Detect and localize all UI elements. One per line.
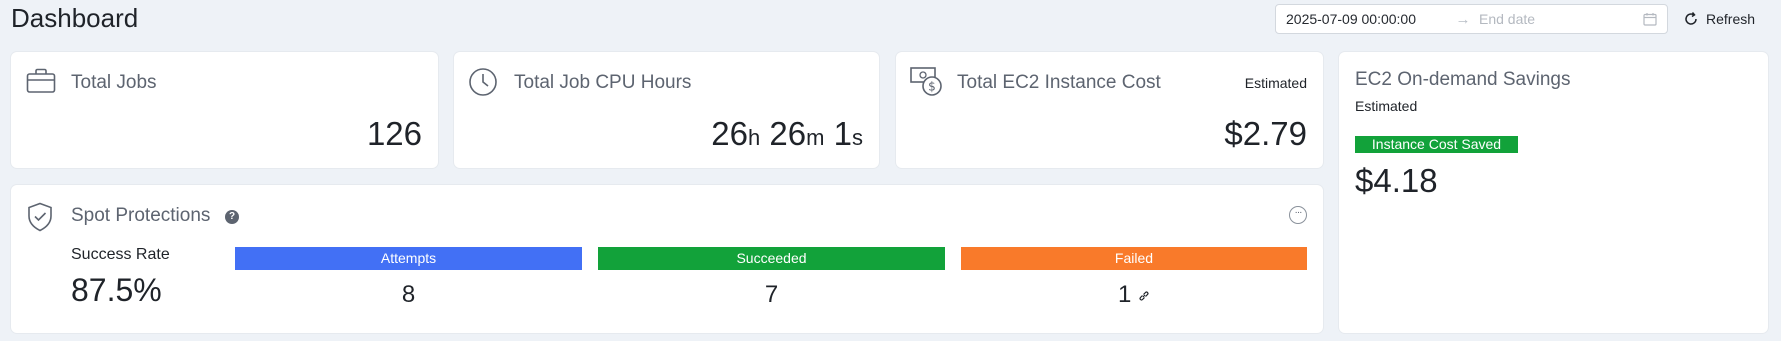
money-icon: $ <box>910 67 942 96</box>
hours-value: 26 <box>711 115 748 152</box>
refresh-label: Refresh <box>1706 11 1756 27</box>
shield-check-icon <box>28 202 52 232</box>
failed-label: Failed <box>961 247 1307 270</box>
estimated-badge: Estimated <box>1244 75 1307 91</box>
start-date-input[interactable]: 2025-07-09 00:00:00 <box>1286 11 1451 27</box>
more-icon[interactable]: ··· <box>1289 206 1307 224</box>
card-title: EC2 On-demand Savings <box>1355 69 1571 90</box>
ec2-savings-card: EC2 On-demand Savings Estimated Instance… <box>1339 52 1768 333</box>
calendar-icon[interactable] <box>1643 12 1657 26</box>
arrow-right-icon: → <box>1455 10 1471 28</box>
success-rate-value: 87.5% <box>71 272 162 308</box>
savings-value: $4.18 <box>1355 162 1438 199</box>
refresh-icon <box>1685 12 1697 25</box>
refresh-button[interactable]: Refresh <box>1683 9 1755 29</box>
instance-cost-saved-tag: Instance Cost Saved <box>1355 136 1518 153</box>
failed-value[interactable]: 1 <box>1118 281 1131 308</box>
card-title: Total Jobs <box>71 72 157 93</box>
success-rate-label: Success Rate <box>71 246 170 263</box>
ec2-cost-value: $2.79 <box>1224 115 1307 152</box>
failed-value-cell[interactable]: 1 <box>961 281 1307 309</box>
card-title: Total Job CPU Hours <box>514 72 692 93</box>
cpu-hours-value: 26h 26m 1s <box>711 115 863 153</box>
hours-unit: h <box>748 125 761 150</box>
succeeded-label: Succeeded <box>598 247 945 270</box>
minutes-value: 26 <box>769 115 807 152</box>
total-jobs-value: 126 <box>366 115 422 152</box>
cpu-hours-card: Total Job CPU Hours 26h 26m 1s <box>454 52 879 168</box>
svg-text:$: $ <box>928 80 936 94</box>
attempts-value: 8 <box>401 281 416 308</box>
ec2-cost-card: $ Total EC2 Instance Cost Estimated $2.7… <box>896 52 1323 168</box>
seconds-unit: s <box>852 125 863 150</box>
clock-icon <box>469 68 497 96</box>
briefcase-icon <box>26 68 56 93</box>
end-date-input[interactable]: End date <box>1479 11 1643 27</box>
estimated-label: Estimated <box>1355 98 1418 114</box>
spot-protections-title: Spot Protections <box>71 205 211 226</box>
attempts-label: Attempts <box>235 247 582 270</box>
page-title: Dashboard <box>11 3 139 33</box>
date-range-picker[interactable]: 2025-07-09 00:00:00 → End date <box>1275 4 1668 34</box>
link-icon[interactable] <box>1138 290 1150 302</box>
succeeded-value: 7 <box>764 281 779 308</box>
card-title: Total EC2 Instance Cost <box>957 72 1161 93</box>
seconds-value: 1 <box>833 115 852 152</box>
spot-protections-card: Spot Protections ? ··· Success Rate 87.5… <box>11 185 1323 333</box>
minutes-unit: m <box>806 125 825 150</box>
help-icon[interactable]: ? <box>225 210 239 224</box>
total-jobs-card: Total Jobs 126 <box>11 52 438 168</box>
